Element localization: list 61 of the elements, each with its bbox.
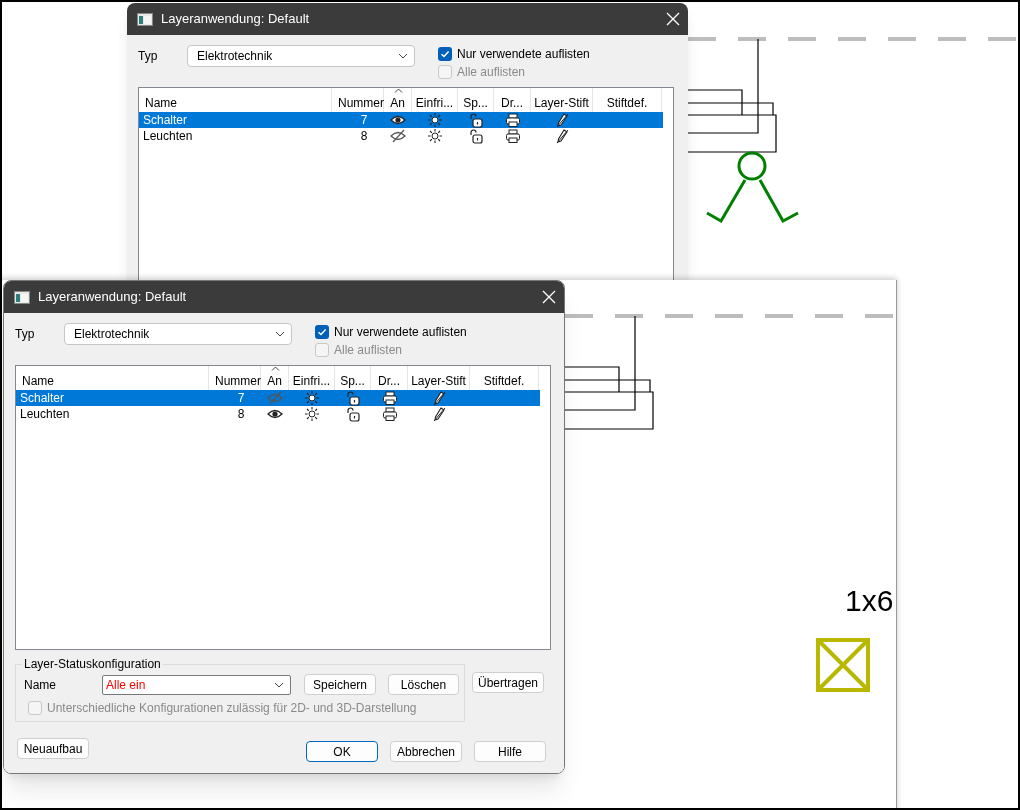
- checkbox[interactable]: [315, 325, 329, 339]
- table-cell-text: 8: [359, 128, 369, 144]
- crossed-eye-icon[interactable]: [390, 128, 406, 144]
- table-cell-text: Leuchten: [142, 128, 194, 144]
- chevron-down-icon: [274, 681, 284, 688]
- table-cell-text: 7: [359, 112, 369, 128]
- dialog-button[interactable]: Speichern: [304, 674, 376, 695]
- app-icon: [137, 12, 153, 26]
- fixture-symbol-drawing: [816, 638, 870, 692]
- group-title: Layer-Statuskonfiguration: [22, 657, 163, 671]
- canvas-label: 1x6: [845, 586, 894, 616]
- dialog-button[interactable]: Übertragen: [472, 672, 544, 693]
- check-icon: [317, 327, 327, 337]
- check-icon: [440, 49, 450, 59]
- sun-icon[interactable]: [427, 128, 443, 144]
- padlock-icon[interactable]: [345, 406, 361, 422]
- padlock-icon[interactable]: [468, 128, 484, 144]
- pen-icon[interactable]: [554, 112, 570, 128]
- close-icon[interactable]: [542, 290, 556, 304]
- dialog-button[interactable]: Abbrechen: [390, 741, 462, 762]
- checkbox-label: Nur verwendete auflisten: [457, 46, 590, 63]
- pen-icon[interactable]: [554, 128, 570, 144]
- app-icon: [14, 290, 30, 304]
- checkbox[interactable]: [438, 47, 452, 61]
- pen-icon[interactable]: [431, 390, 447, 406]
- table-cell-text: Schalter: [19, 390, 66, 406]
- table-cell-text: Leuchten: [19, 406, 71, 422]
- chevron-down-icon: [275, 331, 285, 337]
- checkbox-label: Unterschiedliche Konfigurationen zulässig für 2D- und 3D-Darstellung: [47, 700, 417, 717]
- printer-icon[interactable]: [504, 112, 521, 128]
- checkbox-label: Nur verwendete auflisten: [334, 324, 467, 341]
- window-title: Layeranwendung: Default: [161, 10, 310, 29]
- close-icon[interactable]: [666, 12, 680, 26]
- field-label: Typ: [138, 48, 159, 65]
- printer-icon[interactable]: [381, 390, 398, 406]
- dialog-button[interactable]: Neuaufbau: [17, 738, 89, 759]
- type-dropdown[interactable]: Elektrotechnik: [64, 323, 292, 345]
- dialog-button[interactable]: Löschen: [388, 674, 459, 695]
- padlock-icon[interactable]: [345, 390, 361, 406]
- type-dropdown[interactable]: Elektrotechnik: [187, 45, 415, 67]
- chevron-down-icon: [398, 53, 408, 59]
- printer-icon[interactable]: [504, 128, 521, 144]
- window-title: Layeranwendung: Default: [38, 288, 187, 307]
- checkbox-label: Alle auflisten: [334, 342, 403, 359]
- table-cell-text: 8: [236, 406, 246, 422]
- sun-icon[interactable]: [304, 406, 320, 422]
- field-label: Typ: [15, 326, 36, 343]
- table-cell-text: Schalter: [142, 112, 189, 128]
- sun-icon[interactable]: [304, 390, 320, 406]
- checkbox-label: Alle auflisten: [457, 64, 526, 81]
- list-row[interactable]: Schalter 7: [139, 112, 663, 128]
- table-cell-text: 7: [236, 390, 246, 406]
- padlock-icon[interactable]: [468, 112, 484, 128]
- config-dropdown[interactable]: Alle ein: [102, 674, 291, 695]
- printer-icon[interactable]: [381, 406, 398, 422]
- sun-icon[interactable]: [427, 112, 443, 128]
- list-row[interactable]: Schalter 7: [16, 390, 540, 406]
- field-label: Name: [24, 676, 57, 694]
- dialog-button[interactable]: OK: [306, 741, 378, 762]
- pen-icon[interactable]: [431, 406, 447, 422]
- dialog-button[interactable]: Hilfe: [474, 741, 546, 762]
